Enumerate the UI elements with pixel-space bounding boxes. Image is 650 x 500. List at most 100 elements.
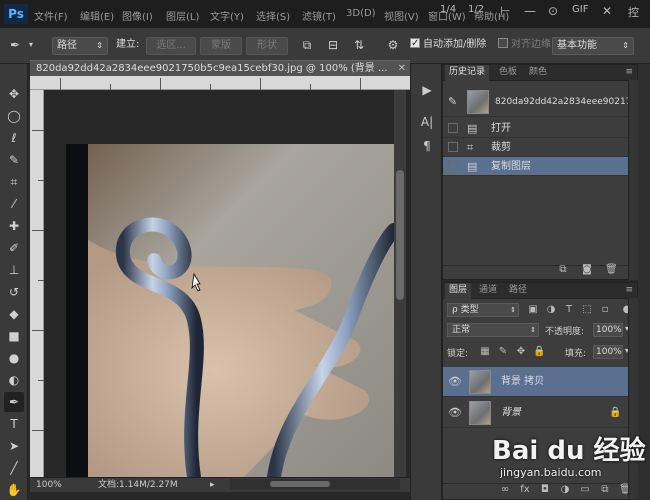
lock-all-icon[interactable]: 🔒	[533, 346, 545, 358]
folder-icon[interactable]: ▭	[579, 484, 591, 496]
tab-color[interactable]: 颜色	[525, 65, 551, 81]
layer-row-background-copy[interactable]: 👁 背景 拷贝	[443, 367, 629, 397]
menu-select[interactable]: 选择(S)	[256, 8, 290, 23]
new-layer-icon[interactable]: ⧉	[599, 484, 611, 496]
menu-filter[interactable]: 滤镜(T)	[302, 8, 336, 23]
blend-mode-select[interactable]: 正常 ⇕	[447, 323, 539, 337]
menu-3d[interactable]: 3D(D)	[346, 8, 376, 19]
scrollbar-thumb[interactable]	[270, 481, 330, 487]
filter-adjustment-icon[interactable]: ◑	[545, 304, 557, 316]
menu-file[interactable]: 文件(F)	[34, 8, 68, 23]
path-operations-icon[interactable]: ⧉	[300, 38, 314, 52]
history-item-crop[interactable]: ⌗ 裁剪	[443, 138, 629, 157]
filter-shape-icon[interactable]: ⬚	[581, 304, 593, 316]
crop-tool-icon[interactable]: ⌗	[4, 172, 24, 192]
marquee-tool-icon[interactable]: ◯	[4, 106, 24, 126]
history-source-checkbox[interactable]	[448, 123, 458, 133]
shape-tool-icon[interactable]: ╱	[4, 458, 24, 478]
vertical-scrollbar[interactable]	[394, 90, 406, 477]
blur-tool-icon[interactable]: ●	[4, 348, 24, 368]
camera-icon[interactable]: ◙	[581, 264, 593, 276]
pin-icon[interactable]: ⊢	[500, 4, 510, 18]
filter-smart-object-icon[interactable]: ▫	[599, 304, 611, 316]
panel-menu-icon[interactable]: ≡	[625, 67, 633, 77]
eraser-tool-icon[interactable]: ◆	[4, 304, 24, 324]
brush-tool-icon[interactable]: ✐	[4, 238, 24, 258]
character-panel-icon[interactable]: A|	[419, 114, 435, 130]
scrollbar-thumb[interactable]	[396, 170, 404, 300]
menu-layer[interactable]: 图层(L)	[166, 8, 199, 23]
history-item-open[interactable]: ▤ 打开	[443, 119, 629, 138]
search-icon[interactable]: ⊙	[548, 4, 558, 18]
history-snapshot[interactable]: ✎ 820da92dd42a2834eee902175...	[443, 87, 646, 117]
gif-label[interactable]: GIF	[572, 4, 588, 15]
quick-selection-tool-icon[interactable]: ✎	[4, 150, 24, 170]
control-label[interactable]: 控	[628, 4, 639, 20]
vertical-ruler[interactable]	[30, 90, 44, 477]
path-selection-tool-icon[interactable]: ➤	[4, 436, 24, 456]
menu-type[interactable]: 文字(Y)	[210, 8, 244, 23]
align-edges-checkbox[interactable]: 对齐边缘	[498, 37, 551, 55]
history-source-checkbox[interactable]	[448, 142, 458, 152]
adjustment-layer-icon[interactable]: ◑	[559, 484, 571, 496]
link-layers-icon[interactable]: ∞	[499, 484, 511, 496]
move-tool-icon[interactable]: ✥	[4, 84, 24, 104]
pen-mode-select[interactable]: 路径 ⇕	[52, 37, 108, 55]
make-shape-button[interactable]: 形状	[246, 37, 288, 55]
close-icon[interactable]: ✕	[602, 4, 612, 18]
zoom-level[interactable]: 100%	[36, 478, 62, 492]
pen-tool-icon[interactable]: ✒	[8, 38, 22, 52]
filter-type-icon[interactable]: T	[563, 304, 575, 316]
lasso-tool-icon[interactable]: ℓ	[4, 128, 24, 148]
layer-filter-select[interactable]: ρ 类型 ⇕	[447, 303, 519, 317]
pen-tool-icon[interactable]: ✒	[4, 392, 24, 412]
document-tab[interactable]: 820da92dd42a2834eee9021750b5c9ea15cebf30…	[30, 60, 410, 76]
opacity-input[interactable]: 100%	[593, 323, 623, 337]
document-image[interactable]	[44, 90, 394, 477]
play-icon[interactable]: ▶	[419, 82, 435, 98]
workspace-select[interactable]: 基本功能 ⇕	[552, 37, 634, 55]
history-item-duplicate-layer[interactable]: ▤ 复制图层	[443, 157, 629, 176]
lock-transparent-icon[interactable]: ▦	[479, 346, 491, 358]
make-selection-button[interactable]: 选区...	[146, 37, 196, 55]
trash-icon[interactable]: 🗑	[605, 264, 618, 276]
layer-style-icon[interactable]: fx	[519, 484, 531, 496]
gradient-tool-icon[interactable]: ■	[4, 326, 24, 346]
minimize-icon[interactable]: —	[524, 4, 536, 18]
dodge-tool-icon[interactable]: ◐	[4, 370, 24, 390]
path-alignment-icon[interactable]: ⊟	[326, 38, 340, 52]
tab-channels[interactable]: 通道	[475, 283, 501, 299]
tab-history[interactable]: 历史记录	[445, 65, 490, 81]
history-brush-tool-icon[interactable]: ↺	[4, 282, 24, 302]
history-scrollbar[interactable]	[628, 80, 638, 280]
fill-input[interactable]: 100%	[593, 345, 623, 359]
tool-preset-dropdown-icon[interactable]: ▾	[24, 38, 38, 52]
eye-icon[interactable]: 👁	[448, 367, 462, 397]
hand-tool-icon[interactable]: ✋	[4, 480, 24, 500]
gear-icon[interactable]: ⚙	[386, 38, 400, 52]
paragraph-panel-icon[interactable]: ¶	[419, 138, 435, 154]
clone-stamp-tool-icon[interactable]: ⊥	[4, 260, 24, 280]
healing-brush-tool-icon[interactable]: ✚	[4, 216, 24, 236]
menu-edit[interactable]: 编辑(E)	[80, 8, 114, 23]
type-tool-icon[interactable]: T	[4, 414, 24, 434]
lock-position-icon[interactable]: ✥	[515, 346, 527, 358]
layers-scrollbar[interactable]	[628, 298, 638, 498]
new-document-from-state-icon[interactable]: ⧉	[557, 264, 569, 276]
tab-paths[interactable]: 路径	[505, 283, 531, 299]
panel-menu-icon[interactable]: ≡	[625, 285, 633, 295]
make-mask-button[interactable]: 蒙版	[200, 37, 242, 55]
status-menu-arrow-icon[interactable]: ▸	[210, 478, 215, 492]
menu-view[interactable]: 视图(V)	[384, 8, 419, 23]
layer-row-background[interactable]: 👁 背景 🔒	[443, 398, 629, 428]
tab-swatches[interactable]: 色板	[495, 65, 521, 81]
filter-pixel-icon[interactable]: ▣	[527, 304, 539, 316]
eyedropper-tool-icon[interactable]: ⁄	[4, 194, 24, 214]
horizontal-ruler[interactable]	[30, 76, 410, 90]
lock-image-icon[interactable]: ✎	[497, 346, 509, 358]
auto-add-delete-checkbox[interactable]: 自动添加/删除	[410, 36, 486, 55]
eye-icon[interactable]: 👁	[448, 398, 462, 428]
history-source-checkbox[interactable]	[448, 161, 458, 171]
canvas-area[interactable]	[44, 90, 394, 477]
menu-image[interactable]: 图像(I)	[122, 8, 153, 23]
